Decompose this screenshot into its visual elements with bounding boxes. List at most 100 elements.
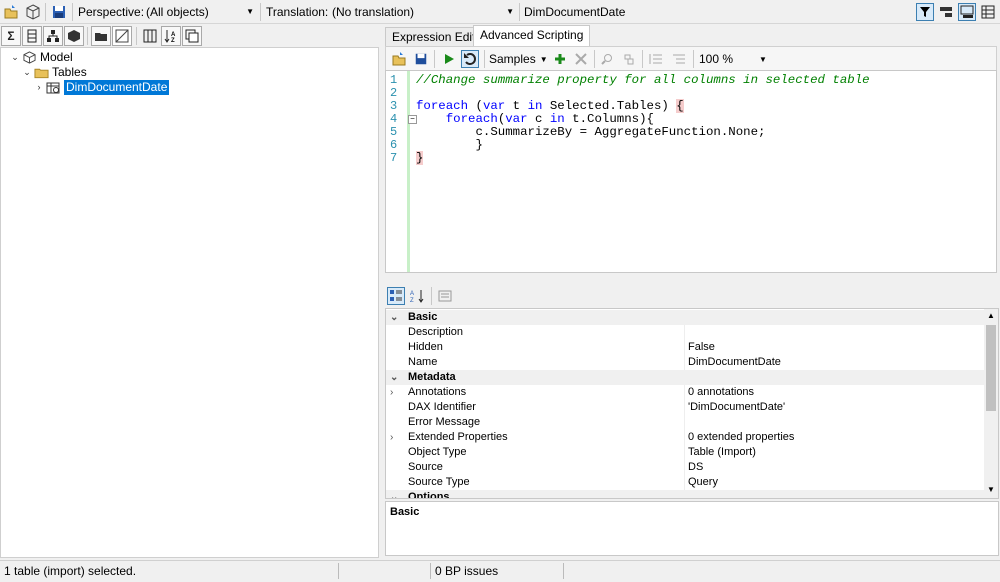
code-line-1: //Change summarize property for all colu… <box>416 73 870 87</box>
layout-icon[interactable] <box>937 3 955 21</box>
property-value[interactable]: Table (Import) <box>688 445 756 460</box>
property-value[interactable]: 0 annotations <box>688 385 754 400</box>
chevron-right-icon[interactable]: › <box>390 385 402 400</box>
translation-dropdown[interactable]: (No translation) ▼ <box>328 3 516 21</box>
display-folders-icon[interactable] <box>91 26 111 46</box>
property-row-annotations[interactable]: › Annotations 0 annotations <box>386 385 986 400</box>
sort-icon[interactable]: AZ <box>161 26 181 46</box>
property-row-extended-properties[interactable]: › Extended Properties 0 extended propert… <box>386 430 986 445</box>
property-value[interactable]: False <box>688 340 715 355</box>
category-options[interactable]: ⌄ Options <box>386 490 986 498</box>
code-text: t <box>505 99 528 113</box>
property-row-dax-identifier[interactable]: DAX Identifier 'DimDocumentDate' <box>386 400 986 415</box>
add-icon[interactable] <box>551 50 569 68</box>
open-icon[interactable] <box>2 3 20 21</box>
tree-node-tables[interactable]: ⌄ Tables <box>21 65 86 80</box>
property-value[interactable]: 0 extended properties <box>688 430 794 445</box>
measures-icon[interactable]: Σ <box>1 26 21 46</box>
category-basic[interactable]: ⌄ Basic <box>386 310 986 325</box>
columns-icon[interactable] <box>22 26 42 46</box>
deploy-icon[interactable] <box>24 3 42 21</box>
property-row-name[interactable]: Name DimDocumentDate <box>386 355 986 370</box>
bp-issues-status[interactable]: 0 BP issues <box>435 564 498 578</box>
uncomment-icon[interactable] <box>670 50 688 68</box>
property-pages-icon[interactable] <box>436 287 454 305</box>
chevron-down-icon[interactable]: ⌄ <box>390 490 402 498</box>
property-row-object-type[interactable]: Object Type Table (Import) <box>386 445 986 460</box>
perspective-dropdown[interactable]: (All objects) ▼ <box>142 3 256 21</box>
perspective-label: Perspective: <box>78 5 145 19</box>
perspective-value: (All objects) <box>146 5 209 19</box>
property-row-source[interactable]: Source DS <box>386 460 986 475</box>
save-script-icon[interactable] <box>412 50 430 68</box>
code-editor[interactable]: 1 2 3 4 5 6 7 − //Change summarize prope… <box>385 70 997 273</box>
line-number: 5 <box>390 125 398 139</box>
chevron-down-icon[interactable]: ⌄ <box>390 370 402 385</box>
line-number: 1 <box>390 73 398 87</box>
replace-icon[interactable] <box>620 50 638 68</box>
run-icon[interactable] <box>440 50 458 68</box>
property-grid: ⌄ Basic Description Hidden False Name Di… <box>385 308 999 499</box>
matched-brace: } <box>416 151 424 165</box>
delete-icon[interactable] <box>572 50 590 68</box>
property-value[interactable]: DS <box>688 460 703 475</box>
property-description-panel: Basic <box>385 501 999 556</box>
line-number-gutter: 1 2 3 4 5 6 7 <box>386 71 407 272</box>
property-value[interactable]: Query <box>688 475 718 490</box>
property-row-description[interactable]: Description <box>386 325 986 340</box>
panel-layout-icon[interactable] <box>958 3 976 21</box>
category-metadata[interactable]: ⌄ Metadata <box>386 370 986 385</box>
samples-dropdown[interactable]: Samples ▼ <box>489 50 549 68</box>
property-row-hidden[interactable]: Hidden False <box>386 340 986 355</box>
chevron-right-icon[interactable]: › <box>390 430 402 445</box>
find-icon[interactable] <box>598 50 616 68</box>
metadata-icon[interactable] <box>140 26 160 46</box>
partitions-icon[interactable] <box>64 26 84 46</box>
tree-node-table[interactable]: › DimDocumentDate <box>33 80 170 95</box>
property-name: Object Type <box>408 446 467 458</box>
main-toolbar: Perspective: (All objects) ▼ Translation… <box>0 0 1000 24</box>
code-keyword: foreach <box>416 99 469 113</box>
chevron-down-icon: ▼ <box>506 7 514 16</box>
zoom-dropdown[interactable]: 100 % ▼ <box>699 50 769 68</box>
grid-view-icon[interactable] <box>979 3 997 21</box>
properties-toolbar: AZ <box>385 284 997 308</box>
tab-advanced-scripting[interactable]: Advanced Scripting <box>473 25 591 46</box>
translations-icon[interactable] <box>182 26 202 46</box>
comment-icon[interactable] <box>647 50 665 68</box>
property-value[interactable]: DimDocumentDate <box>688 355 781 370</box>
property-row-source-type[interactable]: Source Type Query <box>386 475 986 490</box>
chevron-down-icon[interactable]: ⌄ <box>390 310 402 325</box>
property-scrollbar[interactable]: ▲ ▼ <box>984 309 998 498</box>
hidden-objects-icon[interactable] <box>112 26 132 46</box>
code-line-5: c.SummarizeBy = AggregateFunction.None; <box>416 125 765 139</box>
tree-toolbar: Σ AZ <box>0 25 380 47</box>
chevron-down-icon[interactable]: ⌄ <box>21 65 33 80</box>
svg-text:A: A <box>410 291 414 297</box>
date-table-icon <box>45 81 61 95</box>
code-keyword: var <box>505 112 528 126</box>
categorized-icon[interactable] <box>387 287 405 305</box>
svg-text:Z: Z <box>410 298 414 303</box>
property-value[interactable]: 'DimDocumentDate' <box>688 400 785 415</box>
chevron-right-icon[interactable]: › <box>33 80 45 95</box>
category-label: Metadata <box>408 371 456 383</box>
property-name: Annotations <box>408 386 467 398</box>
status-bar: 1 table (import) selected. 0 BP issues <box>0 560 1000 582</box>
filter-icon[interactable] <box>916 3 934 21</box>
property-row-error-message[interactable]: Error Message <box>386 415 986 430</box>
alphabetical-sort-icon[interactable]: AZ <box>409 287 427 305</box>
tree-node-model[interactable]: ⌄ Model <box>9 50 72 65</box>
folder-icon <box>33 66 49 80</box>
property-name: Description <box>408 326 464 338</box>
scrollbar-thumb[interactable] <box>986 325 996 411</box>
undo-icon[interactable] <box>461 50 479 68</box>
chevron-down-icon[interactable]: ⌄ <box>9 50 21 65</box>
scroll-down-icon[interactable]: ▼ <box>987 485 995 494</box>
hierarchies-icon[interactable] <box>43 26 63 46</box>
save-icon[interactable] <box>50 3 68 21</box>
script-toolbar: Samples ▼ 100 % ▼ <box>385 46 997 70</box>
open-script-icon[interactable] <box>390 50 408 68</box>
scroll-up-icon[interactable]: ▲ <box>987 311 995 320</box>
